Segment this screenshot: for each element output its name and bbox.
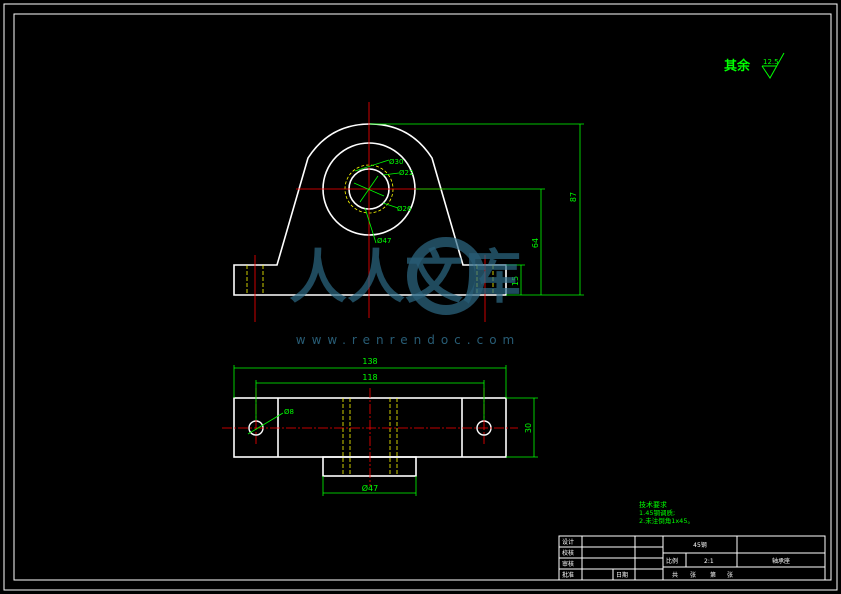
dim-bore-d3: Ø26 bbox=[397, 205, 412, 213]
roughness-label: 其余 bbox=[724, 58, 751, 74]
tb-scale-label: 比例 bbox=[666, 557, 678, 565]
title-block: 设计 校核 审核 批准 日期 45钢 比例 2:1 轴承座 共 张 第 张 bbox=[558, 535, 826, 581]
tb-date-label: 日期 bbox=[616, 571, 628, 579]
dim-bore-d1: Ø30 bbox=[389, 158, 403, 166]
tb-check-label: 校核 bbox=[562, 549, 574, 557]
tb-approve-label: 批准 bbox=[562, 571, 574, 579]
watermark-text: 人人文库 bbox=[289, 243, 521, 311]
roughness-value: 12.5 bbox=[763, 58, 779, 66]
tb-material: 45钢 bbox=[693, 541, 707, 549]
roughness-check-icon bbox=[761, 52, 785, 79]
dim-center-height: 64 bbox=[531, 238, 540, 248]
tb-audit-label: 审核 bbox=[562, 560, 574, 568]
technical-notes: 技术要求 1.45钢调质; 2.未注倒角1x45。 bbox=[639, 500, 694, 525]
dim-boss-width: Ø47 bbox=[362, 483, 378, 493]
tb-sheet-label: 共 bbox=[672, 571, 678, 579]
top-centerlines bbox=[222, 388, 518, 486]
notes-line2: 2.未注倒角1x45。 bbox=[639, 516, 694, 525]
top-view-boss bbox=[322, 456, 417, 477]
tb-design-label: 设计 bbox=[562, 538, 574, 546]
dim-bore-d2: Ø22 bbox=[399, 169, 413, 177]
tb-part-name: 轴承座 bbox=[772, 557, 790, 565]
tb-sheet-of: 张 bbox=[690, 571, 696, 579]
dim-hole-spacing: 118 bbox=[362, 373, 377, 382]
roughness-symbol: 其余 12.5 bbox=[724, 52, 785, 79]
bore-leaders bbox=[353, 159, 400, 244]
watermark-logo: 人人文库 www.renrendoc.com bbox=[289, 237, 521, 347]
tb-sheet-num: 第 bbox=[710, 571, 716, 579]
tb-scale-value: 2:1 bbox=[704, 558, 714, 565]
dim-depth: 30 bbox=[524, 423, 533, 433]
notes-line1: 1.45钢调质; bbox=[639, 508, 675, 517]
notes-title: 技术要求 bbox=[639, 500, 667, 509]
dim-overall-length: 138 bbox=[362, 357, 377, 366]
watermark-url: www.renrendoc.com bbox=[296, 333, 520, 347]
tb-sheet-unit: 张 bbox=[727, 571, 733, 579]
dim-total-height: 87 bbox=[569, 192, 578, 202]
top-view: 138 118 Ø8 30 Ø47 bbox=[222, 357, 538, 496]
dim-hole-diameter: Ø8 bbox=[284, 408, 294, 416]
cad-drawing: 其余 12.5 Ø30 Ø22 Ø26 Ø47 87 64 15 人人文库 ww… bbox=[3, 3, 838, 591]
